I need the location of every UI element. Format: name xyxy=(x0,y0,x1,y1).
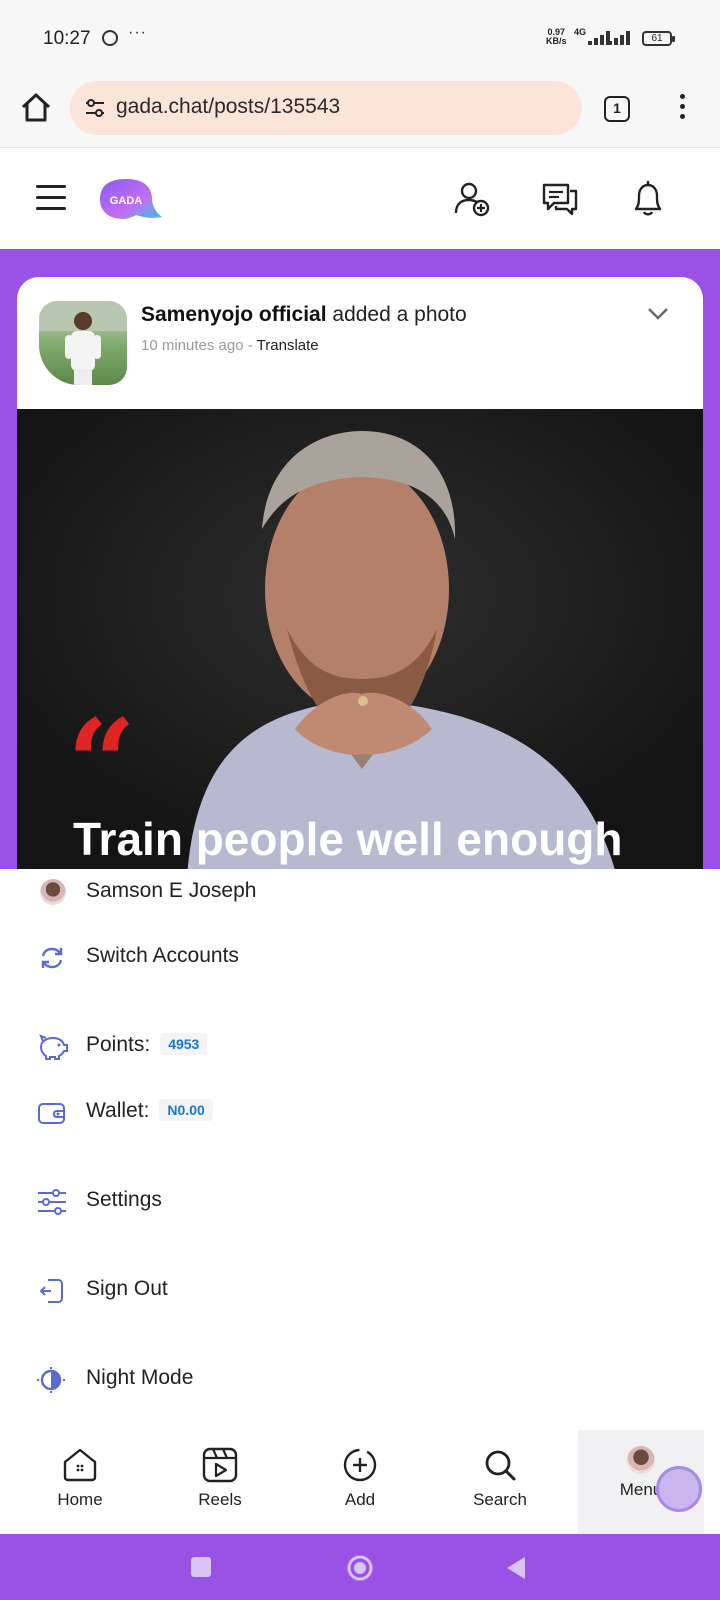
recent-apps-icon[interactable] xyxy=(190,1556,212,1578)
account-avatar xyxy=(40,879,66,905)
menu-item-wallet[interactable]: Wallet: N0.00 xyxy=(0,1089,720,1137)
system-navigation-bar xyxy=(0,1534,720,1600)
whatsapp-icon xyxy=(102,30,118,46)
settings-sliders-icon xyxy=(38,1189,66,1215)
settings-label: Settings xyxy=(86,1188,162,1211)
nav-home[interactable]: Home xyxy=(40,1430,120,1534)
menu-item-account[interactable]: Samson E Joseph xyxy=(0,869,720,917)
quote-mark-icon: “ xyxy=(67,693,137,834)
post-author-name[interactable]: Samenyojo official xyxy=(141,303,327,326)
site-settings-icon[interactable] xyxy=(84,97,106,119)
piggy-bank-icon xyxy=(39,1034,68,1060)
nav-home-label: Home xyxy=(57,1490,103,1509)
night-mode-label: Night Mode xyxy=(86,1366,194,1389)
home-icon[interactable] xyxy=(18,90,54,126)
wallet-row: Wallet: N0.00 xyxy=(86,1099,213,1123)
post-card: Samenyojo official added a photo 10 minu… xyxy=(17,277,703,877)
site-header: GADA xyxy=(0,149,720,249)
switch-accounts-label: Switch Accounts xyxy=(86,944,239,967)
post-action: added a photo xyxy=(332,303,467,326)
wallet-badge: N0.00 xyxy=(159,1099,213,1121)
status-bar: 10:27 ··· 0.97 KB/s 4G 61 xyxy=(0,0,720,72)
post-image[interactable]: “ Train people well enough xyxy=(17,409,703,877)
post-time: 10 minutes ago xyxy=(141,337,244,354)
back-icon[interactable] xyxy=(505,1555,527,1581)
sign-out-icon xyxy=(39,1279,63,1303)
translate-link[interactable]: Translate xyxy=(257,337,319,354)
messages-icon[interactable] xyxy=(540,179,580,219)
network-speed: 0.97 KB/s xyxy=(546,27,567,46)
home-circle-icon[interactable] xyxy=(346,1554,374,1582)
quote-text: Train people well enough xyxy=(73,813,623,865)
chevron-down-icon[interactable] xyxy=(647,307,669,321)
menu-item-points[interactable]: Points: 4953 xyxy=(0,1023,720,1071)
points-label: Points: xyxy=(86,1033,151,1056)
notifications-bell-icon[interactable] xyxy=(628,179,668,219)
floating-notification-bubble[interactable] xyxy=(656,1466,702,1512)
nav-search[interactable]: Search xyxy=(455,1430,545,1534)
wallet-icon xyxy=(38,1103,65,1124)
night-mode-icon xyxy=(37,1367,65,1393)
menu-item-sign-out[interactable]: Sign Out xyxy=(0,1267,720,1315)
status-time: 10:27 xyxy=(43,28,91,49)
gada-logo[interactable]: GADA xyxy=(96,177,164,221)
nav-reels[interactable]: Reels xyxy=(180,1430,260,1534)
wallet-label: Wallet: xyxy=(86,1099,150,1122)
home-nav-icon xyxy=(63,1448,97,1482)
browser-toolbar: gada.chat/posts/135543 1 xyxy=(0,72,720,148)
switch-accounts-icon xyxy=(41,947,63,969)
post-headline: Samenyojo official added a photo xyxy=(141,303,467,327)
account-name: Samson E Joseph xyxy=(86,879,257,902)
bottom-navigation: Home Reels Add Search Menu xyxy=(0,1430,720,1534)
add-icon xyxy=(343,1448,377,1482)
points-row: Points: 4953 xyxy=(86,1033,208,1057)
battery-icon: 61 xyxy=(642,31,675,46)
sign-out-label: Sign Out xyxy=(86,1277,168,1300)
search-icon xyxy=(485,1450,516,1481)
menu-item-switch-accounts[interactable]: Switch Accounts xyxy=(0,934,720,982)
nav-reels-label: Reels xyxy=(198,1490,242,1509)
points-badge: 4953 xyxy=(160,1033,208,1055)
nav-add-label: Add xyxy=(344,1490,376,1509)
reels-icon xyxy=(202,1447,238,1483)
address-bar[interactable]: gada.chat/posts/135543 xyxy=(70,81,582,135)
signal-icon-2 xyxy=(608,31,634,45)
menu-item-settings[interactable]: Settings xyxy=(0,1178,720,1226)
nav-search-label: Search xyxy=(473,1490,527,1509)
tab-switcher-button[interactable]: 1 xyxy=(604,96,630,122)
hamburger-menu-icon[interactable] xyxy=(36,185,66,210)
browser-menu-icon[interactable] xyxy=(678,94,686,124)
more-notifications-icon: ··· xyxy=(128,24,147,41)
post-meta: 10 minutes ago - Translate xyxy=(141,337,319,354)
menu-item-night-mode[interactable]: Night Mode xyxy=(0,1356,720,1404)
url-text: gada.chat/posts/135543 xyxy=(116,95,341,118)
meta-separator: - xyxy=(247,337,253,354)
svg-text:GADA: GADA xyxy=(110,195,142,207)
nav-add[interactable]: Add xyxy=(320,1430,400,1534)
network-type: 4G xyxy=(574,27,587,37)
menu-avatar xyxy=(627,1446,655,1474)
author-avatar[interactable] xyxy=(39,301,127,385)
add-friend-icon[interactable] xyxy=(452,179,492,219)
